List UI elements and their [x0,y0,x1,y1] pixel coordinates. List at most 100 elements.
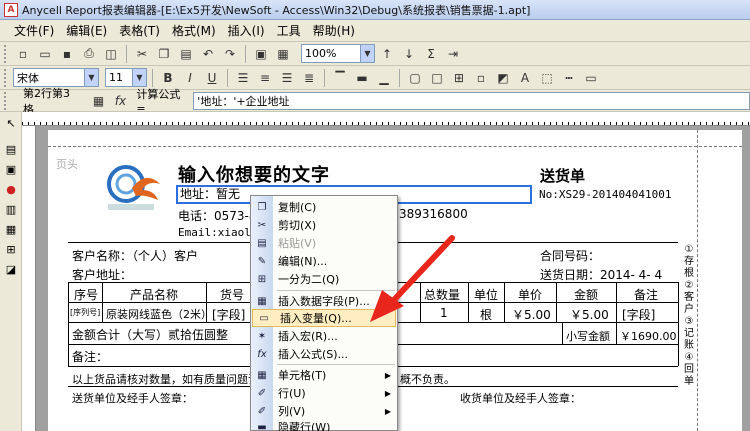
row-quantity[interactable]: 1 [440,306,448,320]
total-in-words[interactable]: 金额合计（大写）贰拾伍圆整 [72,326,228,343]
delivery-date[interactable]: 送货日期：2014- 4- 4 [540,266,662,283]
signer-right[interactable]: 收货单位及经手人签章： [460,390,581,406]
row-price[interactable]: ￥5.00 [512,306,551,323]
total-small-amount[interactable]: ￥1690.00 [620,328,677,344]
border-outer-icon[interactable]: □ [427,68,447,88]
qq-text[interactable]: 389316800 [399,207,468,221]
copy-icon[interactable]: ❐ [154,44,174,64]
fx-button[interactable]: fx [111,91,131,111]
menu-tools[interactable]: 工具 [271,22,307,39]
notice-tail[interactable]: 概不负责。 [400,371,455,387]
menu-table[interactable]: 表格(T) [113,22,166,39]
row-seq-field[interactable]: [序列号] [70,307,100,318]
signer-left[interactable]: 送货单位及经手人签章： [72,390,193,406]
document-title[interactable]: 送货单 [540,165,585,186]
document-number[interactable]: No:XS29-201404041001 [539,188,671,201]
menu-item-insert-field[interactable]: ▦ 插入数据字段(P)... [251,292,397,310]
phone-text[interactable]: 电话：0573-8 [178,207,257,224]
customer-name[interactable]: 客户名称：（个人）客户 [72,247,198,264]
header-unit[interactable]: 单位 [474,286,498,303]
chevron-down-icon[interactable]: ▼ [360,45,374,62]
email-text[interactable]: Email:xiaol [178,226,251,239]
sort-asc-icon[interactable]: ↑ [377,44,397,64]
header-price[interactable]: 单价 [518,286,542,303]
exit-icon[interactable]: ⇥ [443,44,463,64]
border-style-icon[interactable]: ▭ [581,68,601,88]
zoom-select[interactable]: 100% ▼ [301,44,375,63]
menu-insert[interactable]: 插入(I) [222,22,271,39]
border-inner-icon[interactable]: ⊞ [449,68,469,88]
menu-file[interactable]: 文件(F) [8,22,60,39]
formula-input[interactable]: '地址：'+企业地址 [193,91,750,110]
barcode-tool-icon[interactable]: ▥ [2,200,20,218]
pointer-icon[interactable]: ↖ [2,114,20,132]
header-amount[interactable]: 金额 [574,286,598,303]
header-remark[interactable]: 备注 [634,286,658,303]
image-icon[interactable]: ▣ [251,44,271,64]
new-icon[interactable]: ▫ [13,44,33,64]
row-code[interactable]: [字段] [212,306,245,323]
menu-item-insert-macro[interactable]: ✶ 插入宏(R)... [251,327,397,345]
grid-tool-icon[interactable]: ⊞ [2,240,20,258]
row-remark[interactable]: [字段] [622,306,655,323]
undo-icon[interactable]: ↶ [198,44,218,64]
header-product[interactable]: 产品名称 [130,286,178,303]
border-all-icon[interactable]: ▢ [405,68,425,88]
border-none-icon[interactable]: ▫ [471,68,491,88]
row-amount[interactable]: ￥5.00 [570,306,609,323]
notice-text[interactable]: 以上货品请核对数量，如有质量问题请 [72,371,259,387]
valign-middle-icon[interactable]: ▬ [352,68,372,88]
print-icon[interactable]: ⎙ [79,44,99,64]
italic-button[interactable]: I [180,68,200,88]
sort-desc-icon[interactable]: ↓ [399,44,419,64]
table-icon[interactable]: ▦ [89,91,109,111]
chevron-down-icon[interactable]: ▼ [132,69,146,86]
menu-help[interactable]: 帮助(H) [307,22,361,39]
open-icon[interactable]: ▭ [35,44,55,64]
row-product[interactable]: 原装网线蓝色（2米） [106,306,212,322]
align-left-icon[interactable]: ☰ [233,68,253,88]
contract-number[interactable]: 合同号码： [540,247,600,264]
underline-button[interactable]: U [202,68,222,88]
menu-item-edit[interactable]: ✎ 编辑(N)... [251,252,397,270]
grid-icon[interactable]: ▦ [273,44,293,64]
image-tool-icon[interactable]: ▣ [2,160,20,178]
picture-tool-icon[interactable]: ◪ [2,260,20,278]
cut-icon[interactable]: ✂ [132,44,152,64]
align-center-icon[interactable]: ≡ [255,68,275,88]
toolbar-grip[interactable] [4,44,8,63]
menu-item-split[interactable]: ⊞ 一分为二(Q) [251,270,397,288]
save-icon[interactable]: ▪ [57,44,77,64]
toolbar-grip[interactable] [4,91,8,110]
menu-item-copy[interactable]: ❐ 复制(C) [251,198,397,216]
valign-top-icon[interactable]: ▔ [330,68,350,88]
text-tool-icon[interactable]: ▤ [2,140,20,158]
menu-item-row[interactable]: ✐ 行(U) ▶ [251,384,397,402]
chart-tool-icon[interactable]: ● [2,180,20,198]
customer-address[interactable]: 客户地址： [72,266,132,283]
menu-format[interactable]: 格式(M) [166,22,222,39]
menu-item-cut[interactable]: ✂ 剪切(X) [251,216,397,234]
remark-label[interactable]: 备注： [72,348,108,365]
merge-icon[interactable]: ⬚ [537,68,557,88]
redo-icon[interactable]: ↷ [220,44,240,64]
total-small-label[interactable]: 小写金额 [566,328,610,344]
align-right-icon[interactable]: ☰ [277,68,297,88]
menu-item-cell[interactable]: ▦ 单元格(T) ▶ [251,366,397,384]
header-seq[interactable]: 序号 [74,286,98,303]
line-style-icon[interactable]: ┅ [559,68,579,88]
header-quantity[interactable]: 总数量 [424,286,460,303]
print-preview-icon[interactable]: ◫ [101,44,121,64]
bold-button[interactable]: B [158,68,178,88]
menu-item-paste[interactable]: ▤ 粘贴(V) [251,234,397,252]
subreport-tool-icon[interactable]: ▦ [2,220,20,238]
font-color-icon[interactable]: A [515,68,535,88]
paste-icon[interactable]: ▤ [176,44,196,64]
chevron-down-icon[interactable]: ▼ [84,69,98,86]
valign-bottom-icon[interactable]: ▁ [374,68,394,88]
font-size-select[interactable]: 11 ▼ [105,68,147,87]
toolbar-grip[interactable] [4,68,8,87]
copy-side-label[interactable]: ①存根②客户③记账④回单 [683,244,695,388]
row-unit[interactable]: 根 [480,306,492,323]
header-code[interactable]: 货号 [220,286,244,303]
